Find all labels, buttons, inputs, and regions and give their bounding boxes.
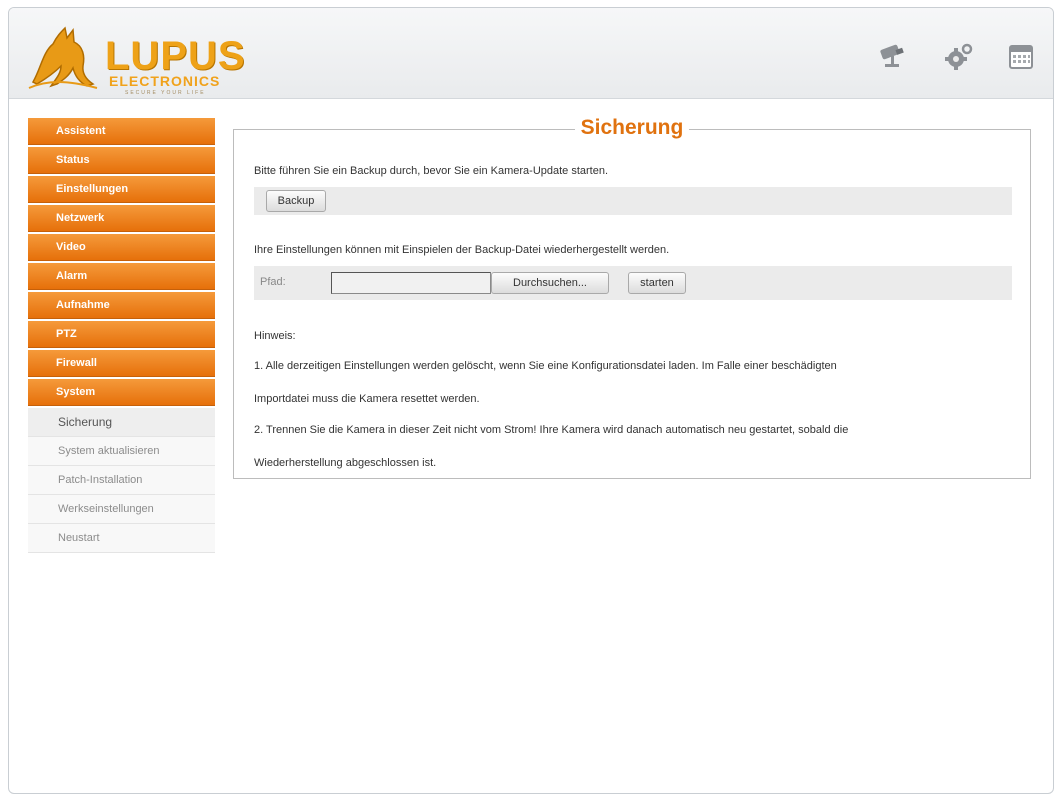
note-1-line-2: Importdatei muss die Kamera resettet wer… [254,393,480,405]
restore-bar: Pfad: Durchsuchen... starten [254,266,1012,300]
sicherung-panel: Sicherung Bitte führen Sie ein Backup du… [233,116,1031,479]
backup-button[interactable]: Backup [266,190,326,212]
panel-title-wrap: Sicherung [234,116,1030,140]
sidebar-item-video[interactable]: Video [28,234,215,260]
sidebar-item-ptz[interactable]: PTZ [28,321,215,347]
sidebar-item-alarm[interactable]: Alarm [28,263,215,289]
subnav-item-neustart[interactable]: Neustart [28,524,215,553]
sidebar-item-netzwerk[interactable]: Netzwerk [28,205,215,231]
sidebar-item-aufnahme[interactable]: Aufnahme [28,292,215,318]
logo-wordmark: LUPUS [105,34,246,78]
start-button[interactable]: starten [628,272,686,294]
logo-tagline: SECURE YOUR LIFE [125,90,206,96]
sidebar-item-firewall[interactable]: Firewall [28,350,215,376]
cat-icon [28,26,98,89]
header: LUPUS ELECTRONICS SECURE YOUR LIFE [9,8,1053,99]
sidebar-item-einstellungen[interactable]: Einstellungen [28,176,215,202]
calendar-icon[interactable] [1005,40,1037,72]
backup-instruction: Bitte führen Sie ein Backup durch, bevor… [254,165,609,177]
camera-icon[interactable] [876,40,908,72]
lupus-logo: LUPUS ELECTRONICS SECURE YOUR LIFE [27,22,247,96]
subnav-item-patch-installation[interactable]: Patch-Installation [28,466,215,495]
browser-frame: LUPUS ELECTRONICS SECURE YOUR LIFE Assis… [8,7,1054,794]
panel-title: Sicherung [574,116,690,139]
subnav-item-system-aktualisieren[interactable]: System aktualisieren [28,437,215,466]
path-label: Pfad: [260,276,286,288]
note-2-line-2: Wiederherstellung abgeschlossen ist. [254,457,437,469]
sidebar-item-status[interactable]: Status [28,147,215,173]
restore-instruction: Ihre Einstellungen können mit Einspielen… [254,244,670,256]
backup-bar: Backup [254,187,1012,215]
note-heading: Hinweis: [254,330,296,342]
sidebar-item-system[interactable]: System [28,379,215,405]
gear-icon[interactable] [943,40,975,72]
sidebar-nav: Assistent Status Einstellungen Netzwerk … [28,118,215,553]
note-2-line-1: 2. Trennen Sie die Kamera in dieser Zeit… [254,424,849,436]
subnav-item-werkseinstellungen[interactable]: Werkseinstellungen [28,495,215,524]
sidebar-item-assistent[interactable]: Assistent [28,118,215,144]
browse-button[interactable]: Durchsuchen... [491,272,609,294]
subnav-item-sicherung[interactable]: Sicherung [28,408,215,437]
file-path-input[interactable] [331,272,491,294]
logo-subtitle: ELECTRONICS [109,73,221,89]
note-1-line-1: 1. Alle derzeitigen Einstellungen werden… [254,360,837,372]
